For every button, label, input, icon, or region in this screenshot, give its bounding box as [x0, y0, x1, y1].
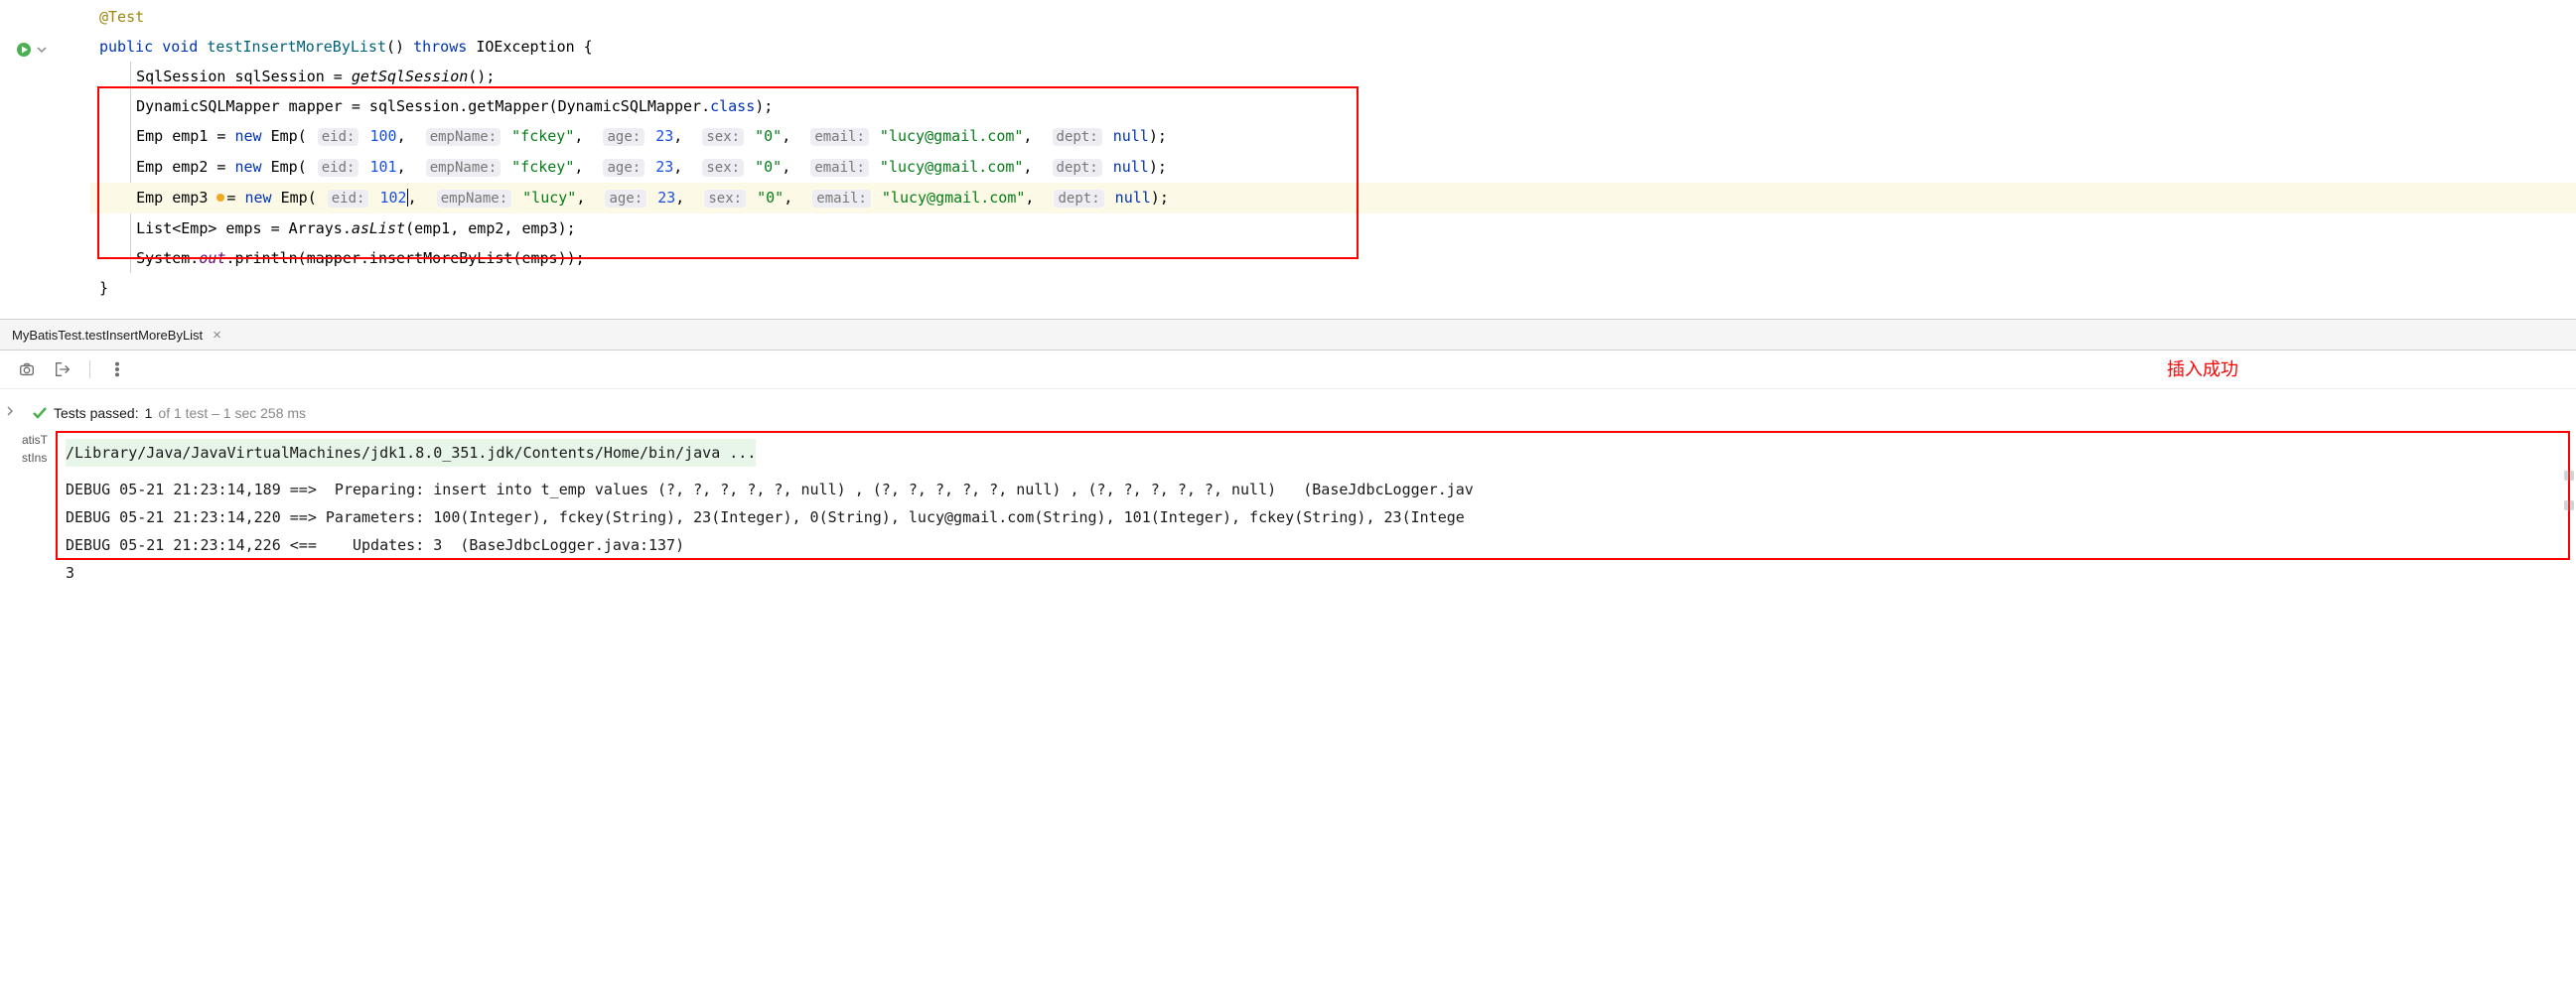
console-side-tabs[interactable]: atisT stIns — [20, 431, 56, 595]
code-line: } — [89, 273, 2576, 303]
run-tab-bar: MyBatisTest.testInsertMoreByList × — [0, 319, 2576, 350]
scrollbar-marker[interactable] — [2564, 500, 2574, 510]
warning-indicator-icon[interactable] — [216, 194, 224, 202]
check-icon — [32, 405, 48, 421]
scrollbar-marker[interactable] — [2564, 471, 2574, 481]
console-line: DEBUG 05-21 21:23:14,226 <== Updates: 3 … — [66, 531, 2566, 559]
code-line: System.out.println(mapper.insertMoreByLi… — [90, 243, 2576, 273]
code-line: public void testInsertMoreByList() throw… — [89, 32, 2576, 62]
code-line-active: Emp emp3 = new Emp( eid: 102, empName: "… — [90, 183, 2576, 213]
console-line-cmd: /Library/Java/JavaVirtualMachines/jdk1.8… — [66, 439, 756, 467]
exit-icon[interactable] — [54, 360, 72, 378]
chevron-down-icon[interactable] — [36, 44, 48, 56]
console-line: DEBUG 05-21 21:23:14,189 ==> Preparing: … — [66, 476, 2566, 503]
code-line: SqlSession sqlSession = getSqlSession(); — [90, 62, 2576, 91]
console-line: DEBUG 05-21 21:23:14,220 ==> Parameters:… — [66, 503, 2566, 531]
more-icon[interactable] — [108, 360, 126, 378]
side-tab-a[interactable]: atisT — [20, 431, 56, 449]
close-icon[interactable]: × — [213, 327, 221, 344]
console-output[interactable]: /Library/Java/JavaVirtualMachines/jdk1.8… — [56, 431, 2576, 595]
run-test-icon[interactable] — [16, 42, 32, 58]
code-line: DynamicSQLMapper mapper = sqlSession.get… — [90, 91, 2576, 121]
code-line: List<Emp> emps = Arrays.asList(emp1, emp… — [90, 213, 2576, 243]
tab-label: MyBatisTest.testInsertMoreByList — [12, 328, 203, 343]
code-line: Emp emp2 = new Emp( eid: 101, empName: "… — [90, 152, 2576, 183]
tab-test-run[interactable]: MyBatisTest.testInsertMoreByList × — [8, 327, 225, 344]
side-tab-b[interactable]: stIns — [20, 449, 56, 467]
tests-passed-status: Tests passed: 1 of 1 test – 1 sec 258 ms — [20, 401, 2576, 431]
code-line: Emp emp1 = new Emp( eid: 100, empName: "… — [90, 121, 2576, 152]
annotation-insert-success: 插入成功 — [2167, 355, 2238, 381]
chevron-right-icon[interactable] — [4, 405, 16, 417]
divider — [89, 360, 90, 378]
console-line: 3 — [66, 559, 2566, 587]
screenshot-icon[interactable] — [18, 360, 36, 378]
editor-gutter — [0, 2, 89, 303]
code-line: @Test — [89, 2, 2576, 32]
code-editor[interactable]: @Test public void testInsertMoreByList()… — [0, 0, 2576, 319]
